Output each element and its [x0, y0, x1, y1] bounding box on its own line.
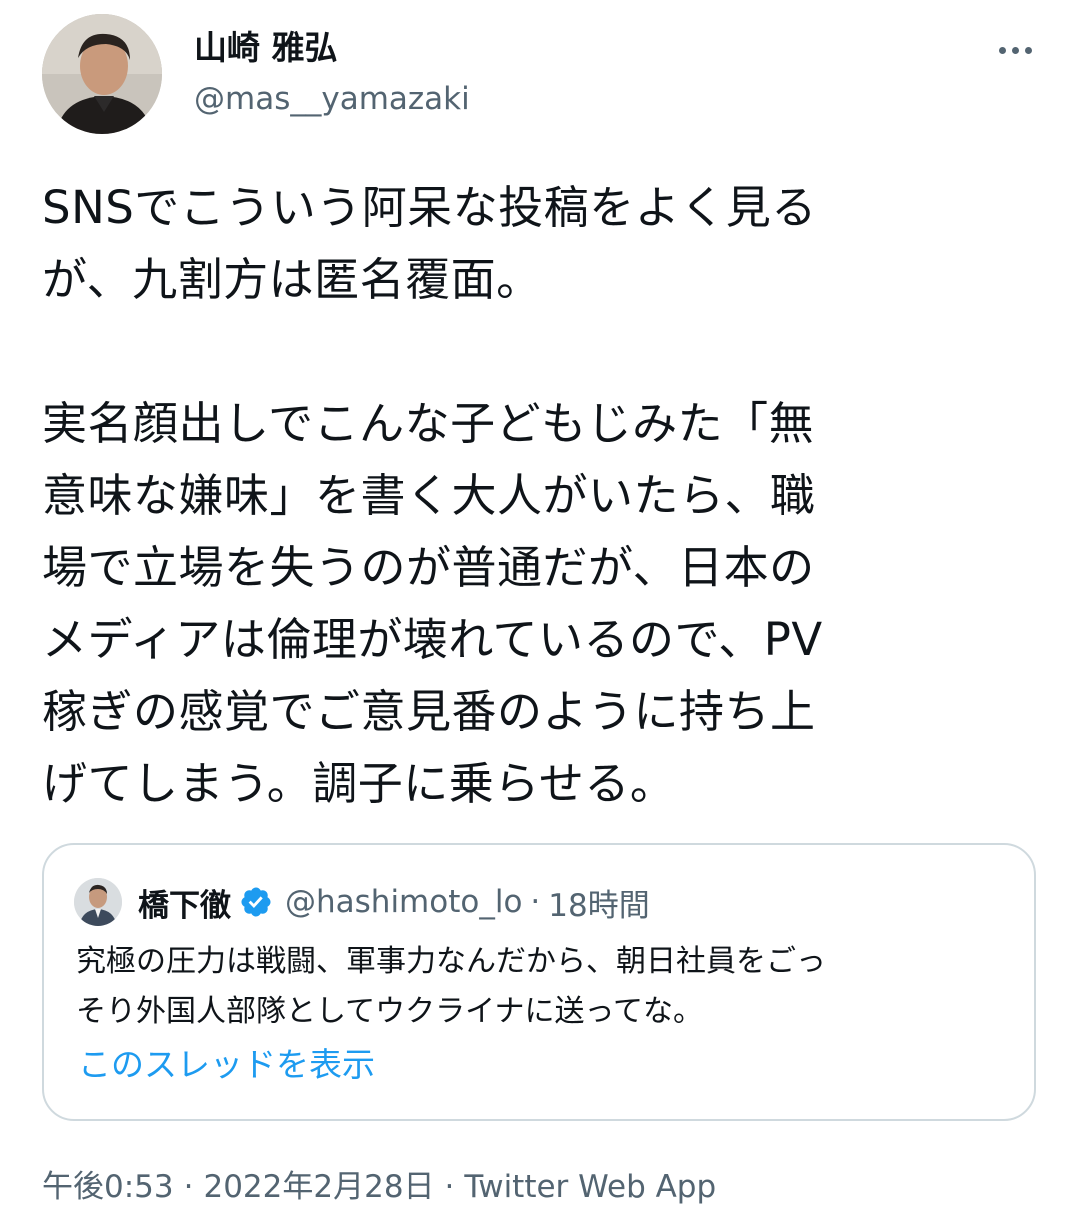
meta-separator: ·	[444, 1169, 455, 1205]
author-display-name[interactable]: 山崎 雅弘	[194, 28, 470, 68]
author-handle[interactable]: @mas__yamazaki	[194, 80, 470, 118]
tweet-header: 山崎 雅弘 @mas__yamazaki	[42, 14, 1042, 136]
quoted-header-separator: ·	[530, 884, 541, 920]
tweet-date[interactable]: 2022年2月28日	[203, 1169, 434, 1205]
tweet-time[interactable]: 午後0:53	[42, 1169, 174, 1205]
tweet-meta: 午後0:53 · 2022年2月28日 · Twitter Web App	[42, 1165, 716, 1209]
quoted-author-avatar	[74, 878, 122, 926]
tweet-detail: 山崎 雅弘 @mas__yamazaki SNSでこういう阿呆な投稿をよく見る …	[0, 0, 1080, 1221]
show-thread-link[interactable]: このスレッドを表示	[78, 1042, 375, 1088]
quoted-tweet-time[interactable]: 18時間	[548, 880, 649, 925]
more-options-button[interactable]	[988, 30, 1042, 70]
verified-badge-icon	[241, 887, 271, 917]
more-dots-icon	[998, 46, 1006, 54]
author-avatar-image	[42, 14, 162, 134]
quoted-tweet-header: 橋下徹 @hashimoto_lo · 18時間	[74, 877, 650, 927]
quoted-author-display-name: 橋下徹	[138, 887, 231, 924]
author-names: 山崎 雅弘 @mas__yamazaki	[194, 28, 470, 118]
quoted-author-avatar-image	[74, 878, 122, 926]
quoted-tweet-text: 究極の圧力は戦闘、軍事力なんだから、朝日社員をごっ そり外国人部隊としてウクライ…	[76, 944, 826, 1029]
quoted-tweet[interactable]: 橋下徹 @hashimoto_lo · 18時間 究極の圧力は戦闘、軍事力なんだ…	[42, 843, 1036, 1121]
more-dots-icon	[1011, 46, 1019, 54]
tweet-source[interactable]: Twitter Web App	[464, 1169, 716, 1205]
author-avatar[interactable]	[42, 14, 162, 134]
more-dots-icon	[1024, 46, 1032, 54]
quoted-author-handle: @hashimoto_lo	[285, 884, 523, 920]
tweet-text: SNSでこういう阿呆な投稿をよく見る が、九割方は匿名覆面。 実名顔出しでこんな…	[42, 181, 823, 810]
meta-separator: ·	[183, 1169, 194, 1205]
